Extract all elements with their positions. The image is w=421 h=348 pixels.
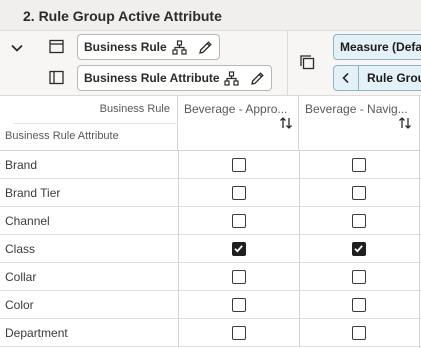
table-row: Department <box>0 319 421 347</box>
row-label: Collar <box>5 270 37 284</box>
chip-label: Business Rule <box>84 40 167 54</box>
data-grid: Business Rule Business Rule Attribute Be… <box>0 95 421 348</box>
sort-icon[interactable] <box>279 116 293 130</box>
toolbar: Business Rule Business Rule Attribute Me… <box>0 31 421 96</box>
measure-pill[interactable]: Measure (Defa <box>333 34 421 60</box>
sort-icon[interactable] <box>398 116 412 130</box>
grid-cell <box>299 319 420 347</box>
grid-cell <box>178 319 299 347</box>
panel-top-icon[interactable] <box>47 37 65 55</box>
column-header[interactable]: Beverage - Appro... <box>178 95 299 151</box>
page-title: 2. Rule Group Active Attribute <box>23 8 222 24</box>
chevron-left-icon[interactable] <box>334 66 359 90</box>
business-rule-chip[interactable]: Business Rule <box>77 34 220 60</box>
grid-cell <box>299 151 420 179</box>
table-row: Brand Tier <box>0 179 421 207</box>
grid-cell <box>299 179 420 207</box>
rule-group-label: Rule Grou <box>367 71 421 85</box>
grid-cell <box>299 207 420 235</box>
column-header-label: Beverage - Navig... <box>305 102 408 116</box>
checkbox[interactable] <box>352 242 366 256</box>
checkbox[interactable] <box>352 214 366 228</box>
checkbox[interactable] <box>232 298 246 312</box>
grid-cell <box>178 151 299 179</box>
grid-cell <box>178 235 299 263</box>
grid-cell <box>299 263 420 291</box>
row-label: Department <box>5 326 68 340</box>
grid-corner-header: Business Rule Business Rule Attribute <box>0 95 178 151</box>
row-label: Color <box>5 298 34 312</box>
row-label: Class <box>5 242 36 256</box>
grid-cell <box>299 235 420 263</box>
checkbox[interactable] <box>352 270 366 284</box>
hierarchy-icon[interactable] <box>223 70 240 87</box>
toolbar-divider <box>287 31 288 95</box>
pencil-icon[interactable] <box>197 39 214 56</box>
grid-cell <box>299 291 420 319</box>
table-row: Class <box>0 235 421 263</box>
measure-label: Measure (Defa <box>340 40 421 54</box>
title-bar: 2. Rule Group Active Attribute <box>0 0 421 31</box>
column-header[interactable]: Beverage - Navig... <box>299 95 420 151</box>
panel-left-icon[interactable] <box>47 68 65 86</box>
business-rule-attribute-chip[interactable]: Business Rule Attribute <box>77 65 272 91</box>
checkbox[interactable] <box>232 214 246 228</box>
table-row: Color <box>0 291 421 319</box>
corner-divider <box>14 123 178 124</box>
column-header-label: Beverage - Appro... <box>184 102 288 116</box>
grid-divider <box>419 151 420 348</box>
grid-cell <box>178 291 299 319</box>
hierarchy-icon[interactable] <box>171 39 188 56</box>
checkbox[interactable] <box>352 298 366 312</box>
checkbox[interactable] <box>232 242 246 256</box>
grid-cell <box>178 263 299 291</box>
checkbox[interactable] <box>232 186 246 200</box>
grid-cell <box>178 207 299 235</box>
pivot-icon[interactable] <box>298 53 316 71</box>
row-dimension-label: Business Rule Attribute <box>5 130 119 142</box>
row-label: Channel <box>5 214 50 228</box>
grid-cell <box>178 179 299 207</box>
checkbox[interactable] <box>232 270 246 284</box>
checkbox[interactable] <box>352 326 366 340</box>
rule-group-pill[interactable]: Rule Grou <box>333 65 421 91</box>
table-row: Channel <box>0 207 421 235</box>
table-row: Collar <box>0 263 421 291</box>
checkbox[interactable] <box>352 158 366 172</box>
checkbox[interactable] <box>352 186 366 200</box>
column-dimension-label: Business Rule <box>99 103 170 115</box>
chip-label: Business Rule Attribute <box>84 71 220 85</box>
row-label: Brand Tier <box>5 186 61 200</box>
checkbox[interactable] <box>232 326 246 340</box>
table-row: Brand <box>0 151 421 179</box>
pencil-icon[interactable] <box>249 70 266 87</box>
row-label: Brand <box>5 158 38 172</box>
checkbox[interactable] <box>232 158 246 172</box>
chevron-down-icon[interactable] <box>8 39 26 57</box>
